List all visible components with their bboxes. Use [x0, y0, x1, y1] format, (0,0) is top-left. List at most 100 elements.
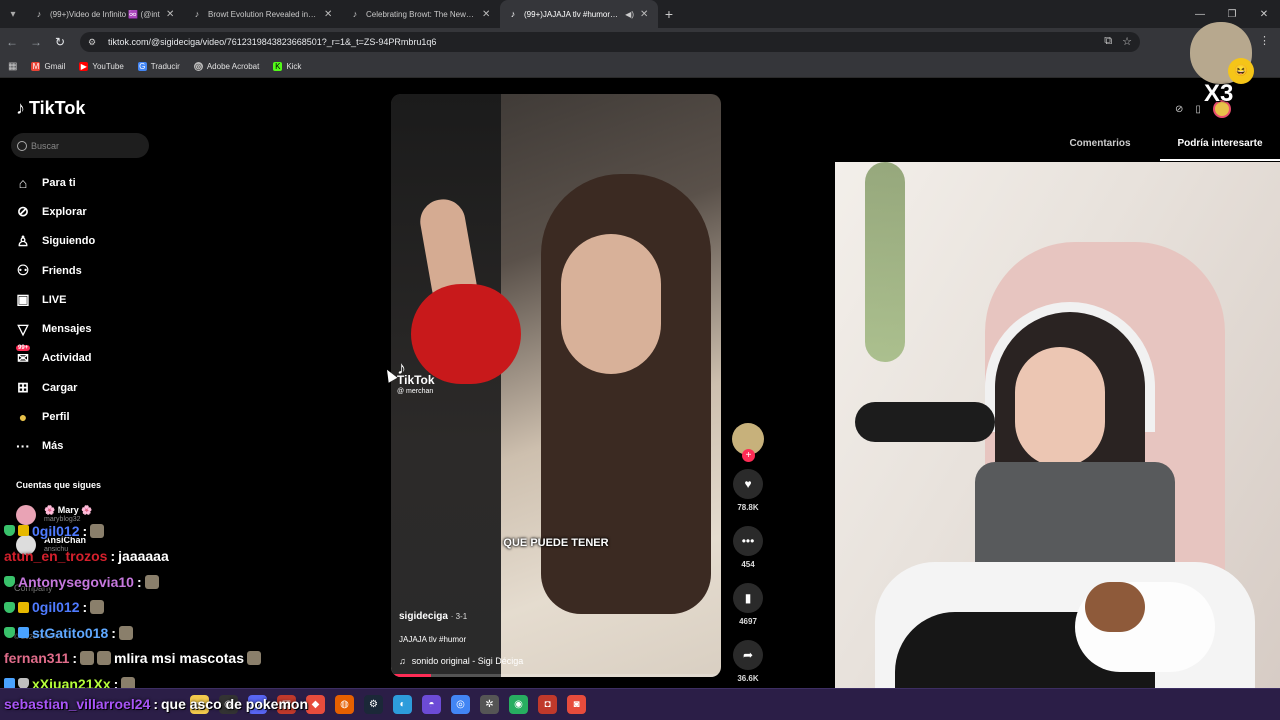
bookmark-label: Gmail — [44, 62, 66, 71]
sidebar-item-actividad[interactable]: ✉ 99+ Actividad — [14, 344, 95, 373]
more-icon: ··· — [16, 438, 30, 455]
tiktok-logo[interactable]: ♪ TikTok — [16, 98, 85, 119]
close-icon[interactable]: ✕ — [640, 9, 650, 20]
like-count: 78.8K — [737, 503, 759, 512]
video-author[interactable]: sigideciga · 3-1 — [399, 611, 467, 622]
back-icon[interactable]: ← — [0, 28, 24, 56]
webcam-feed — [835, 162, 1280, 720]
sidebar-item-mas[interactable]: ··· Más — [14, 432, 95, 461]
chat-message: 0gil012 : — [4, 518, 364, 544]
app-icon[interactable]: ◘ — [538, 695, 557, 714]
video-progress-fill — [391, 674, 431, 677]
close-icon[interactable]: ✕ — [324, 9, 334, 20]
search-icon — [17, 140, 27, 151]
sidebar-item-perfil[interactable]: ● Perfil — [14, 402, 95, 431]
browser-tab[interactable]: ♪ Celebrating Browt: The New Po ✕ — [342, 0, 500, 28]
tab-title: (99+)Video de Infinito ♾️ (@int — [50, 9, 160, 19]
bookmark-label: Adobe Acrobat — [206, 62, 260, 71]
friends-icon: ⚇ — [16, 262, 30, 279]
bookmark-acrobat[interactable]: ◎ Adobe Acrobat — [193, 62, 260, 71]
chat-username: 0gil012 — [32, 599, 80, 616]
sidebar-item-mensajes[interactable]: ▽ Mensajes — [14, 314, 95, 343]
search-input[interactable]: Buscar — [11, 133, 149, 158]
browser-tab[interactable]: ♪ Browt Evolution Revealed in Po ✕ — [184, 0, 342, 28]
tab-comentarios[interactable]: Comentarios — [1040, 137, 1160, 161]
menu-kebab-icon[interactable]: ⋮ — [1259, 34, 1270, 47]
chat-text: jaaaaaa — [118, 548, 169, 565]
chat-emote-icon — [90, 600, 105, 615]
video-progress[interactable] — [391, 674, 721, 677]
forward-icon[interactable]: → — [24, 28, 48, 56]
compass-icon[interactable]: ⊘ — [1175, 104, 1183, 115]
creator-avatar[interactable]: + — [732, 423, 764, 462]
sidebar-item-label: Perfil — [42, 411, 70, 424]
chat-username: Antonysegovia10 — [18, 573, 134, 590]
sidebar-item-label: Siguiendo — [42, 235, 96, 248]
speaker-icon[interactable]: ◀) — [625, 10, 634, 19]
firefox-icon[interactable]: ◍ — [335, 695, 354, 714]
install-icon[interactable]: ⧉ — [1104, 35, 1112, 48]
tab-search-icon[interactable]: ▾ — [0, 0, 26, 28]
app-icon[interactable]: ◙ — [567, 695, 586, 714]
bookmark-star-icon[interactable]: ☆ — [1122, 35, 1132, 48]
close-icon[interactable]: ✕ — [482, 9, 492, 20]
sidebar-item-siguiendo[interactable]: ♙ Siguiendo — [14, 227, 95, 256]
chat-separator: : — [82, 599, 88, 616]
comment-icon[interactable]: ••• — [733, 526, 763, 556]
bookmark-kick[interactable]: K Kick — [273, 62, 301, 71]
upload-icon: ⊞ — [17, 379, 29, 396]
notification-badge: 99+ — [16, 345, 31, 352]
bookmark-traducir[interactable]: G Traducir — [137, 62, 180, 71]
obs-icon[interactable]: ◓ — [422, 695, 441, 714]
app-icon[interactable]: ◐ — [393, 695, 412, 714]
tab-podria-interesarte[interactable]: Podría interesarte — [1160, 137, 1280, 161]
close-icon[interactable]: ✕ — [166, 9, 176, 20]
video-subject-face — [561, 234, 661, 374]
chat-message: atun_en_trozos : jaaaaaa — [4, 544, 364, 570]
chat-separator: : — [72, 650, 78, 667]
mod-badge-icon — [4, 627, 15, 639]
url-field[interactable]: ⚙ tiktok.com/@sigideciga/video/761231984… — [80, 32, 1140, 52]
close-window-icon[interactable]: ✕ — [1248, 0, 1280, 28]
tab-title: Celebrating Browt: The New Po — [366, 9, 476, 19]
video-sound[interactable]: ♫ sonido original - Sigi Déciga — [399, 656, 523, 666]
browser-tab[interactable]: ♪ (99+)Video de Infinito ♾️ (@int ✕ — [26, 0, 184, 28]
chat-emote-icon — [97, 651, 112, 666]
video-player[interactable]: ♪ TikTok @ merchan QUE PUEDE TENER sigid… — [391, 94, 721, 677]
stream-chat-overlay: 0gil012 : atun_en_trozos : jaaaaaa Anton… — [4, 518, 364, 697]
chat-separator: : — [111, 624, 116, 641]
sub-badge-icon — [18, 525, 29, 537]
sidebar-item-explorar[interactable]: ⊘ Explorar — [14, 197, 95, 226]
settings-icon[interactable]: ✲ — [480, 695, 499, 714]
phone-icon[interactable]: ▯ — [1195, 104, 1201, 115]
sidebar-item-label: Para ti — [42, 176, 76, 189]
profile-icon: ● — [18, 409, 28, 426]
sidebar-item-friends[interactable]: ⚇ Friends — [14, 256, 95, 285]
watermark-handle: @ merchan — [397, 388, 434, 395]
heart-icon[interactable]: ♥ — [733, 469, 763, 499]
share-icon[interactable]: ➦ — [733, 640, 763, 670]
sidebar-item-live[interactable]: ▣ LIVE — [14, 285, 95, 314]
video-subtitle: QUE PUEDE TENER — [503, 537, 609, 549]
sidebar-item-para-ti[interactable]: ⌂ Para ti — [14, 168, 95, 197]
site-info-icon[interactable]: ⚙ — [88, 37, 100, 47]
mod-badge-icon — [4, 525, 15, 537]
mod-badge-icon — [4, 576, 15, 588]
steam-icon[interactable]: ⚙ — [364, 695, 383, 714]
post-date: · 3-1 — [450, 612, 468, 621]
chrome-icon[interactable]: ◎ — [451, 695, 470, 714]
chat-text: mIira msi mascotas — [114, 650, 245, 667]
browser-tab-active[interactable]: ♪ (99+)JAJAJA tlv #humor | c ◀) ✕ — [500, 0, 658, 28]
acrobat-icon: ◎ — [193, 62, 203, 71]
new-tab-button[interactable]: + — [658, 0, 680, 28]
bookmark-youtube[interactable]: ▶ YouTube — [79, 62, 124, 71]
follow-plus-icon[interactable]: + — [742, 449, 755, 462]
reload-icon[interactable]: ↻ — [48, 28, 72, 56]
bookmark-icon[interactable]: ▮ — [733, 583, 763, 613]
sidebar-item-cargar[interactable]: ⊞ Cargar — [14, 373, 95, 402]
app-icon[interactable]: ◉ — [509, 695, 528, 714]
app-icon[interactable]: ◆ — [306, 695, 325, 714]
apps-grid-icon[interactable]: ▦ — [8, 61, 17, 72]
sidebar-item-label: Cargar — [42, 381, 78, 394]
bookmark-gmail[interactable]: M Gmail — [31, 62, 65, 71]
